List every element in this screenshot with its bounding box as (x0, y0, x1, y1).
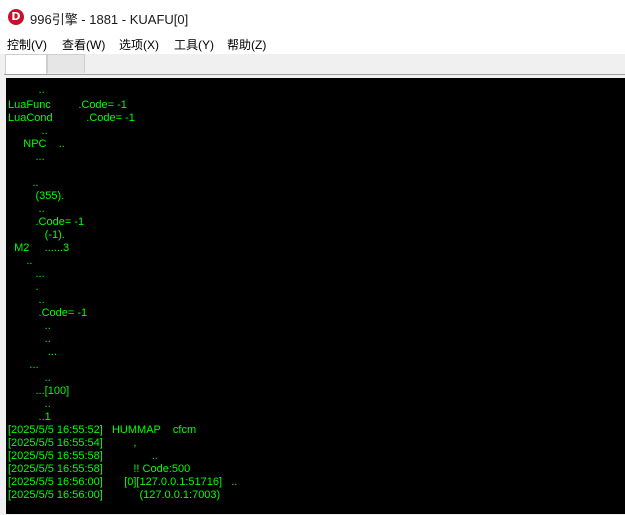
tab-2[interactable] (47, 54, 85, 73)
console-log: .. LuaFunc .Code= -1 LuaCond .Code= -1 .. … (6, 78, 625, 514)
console-line: .. (8, 84, 45, 96)
menu-view[interactable]: 查看(W) (62, 36, 105, 53)
menu-bar: 控制(V) 查看(W) 选项(X) 工具(Y) 帮助(Z) (0, 32, 625, 54)
console-line: .Code= -1 (8, 307, 88, 319)
console-line: [2025/5/5 16:55:52] HUMMAP cfcm (8, 424, 197, 436)
console-line: .. (8, 333, 51, 345)
menu-help[interactable]: 帮助(Z) (227, 36, 266, 53)
console-line: ..1 (8, 411, 51, 423)
console-line: (355). (8, 190, 65, 202)
console-line: .. (8, 177, 39, 189)
app-logo-icon: D (8, 9, 24, 25)
menu-options[interactable]: 选项(X) (119, 36, 159, 53)
console-line: . (8, 281, 39, 293)
console-line: [2025/5/5 16:56:00] (127.0.0.1:7003) (8, 489, 221, 501)
title-bar: D 996引擎 - 1881 - KUAFU[0] (0, 0, 625, 32)
window-title: 996引擎 - 1881 - KUAFU[0] (30, 12, 189, 27)
console-line: (-1). (8, 229, 65, 241)
tab-1[interactable] (5, 54, 47, 74)
console-line: ... (8, 268, 45, 280)
console-line: .. (8, 294, 45, 306)
console-line: ... (8, 346, 57, 358)
console-line: [2025/5/5 16:55:58] .. (8, 450, 158, 462)
console-line: .Code= -1 (8, 216, 85, 228)
console-line: ... (8, 359, 39, 371)
tab-strip (0, 54, 625, 74)
console-line: .. (8, 320, 51, 332)
console-line: .. (8, 125, 48, 137)
console-line: [2025/5/5 16:55:58] !! Code:500 (8, 463, 191, 475)
console-line: [2025/5/5 16:56:00] [0][127.0.0.1:51716]… (8, 476, 238, 488)
console-line: .. (8, 398, 51, 410)
console-line: LuaFunc .Code= -1 (8, 99, 127, 111)
console-line: M2 ......3 (8, 242, 70, 254)
menu-tools[interactable]: 工具(Y) (174, 36, 214, 53)
console-line: .. (8, 203, 45, 215)
console-line: ... (8, 151, 45, 163)
console-line: LuaCond .Code= -1 (8, 112, 135, 124)
console-line: ...[100] (8, 385, 70, 397)
console-line: [2025/5/5 16:55:54] , (8, 437, 137, 449)
console-line: .. (8, 255, 33, 267)
console-line: NPC .. (8, 138, 65, 150)
menu-control[interactable]: 控制(V) (7, 36, 47, 53)
console-line: .. (8, 372, 51, 384)
